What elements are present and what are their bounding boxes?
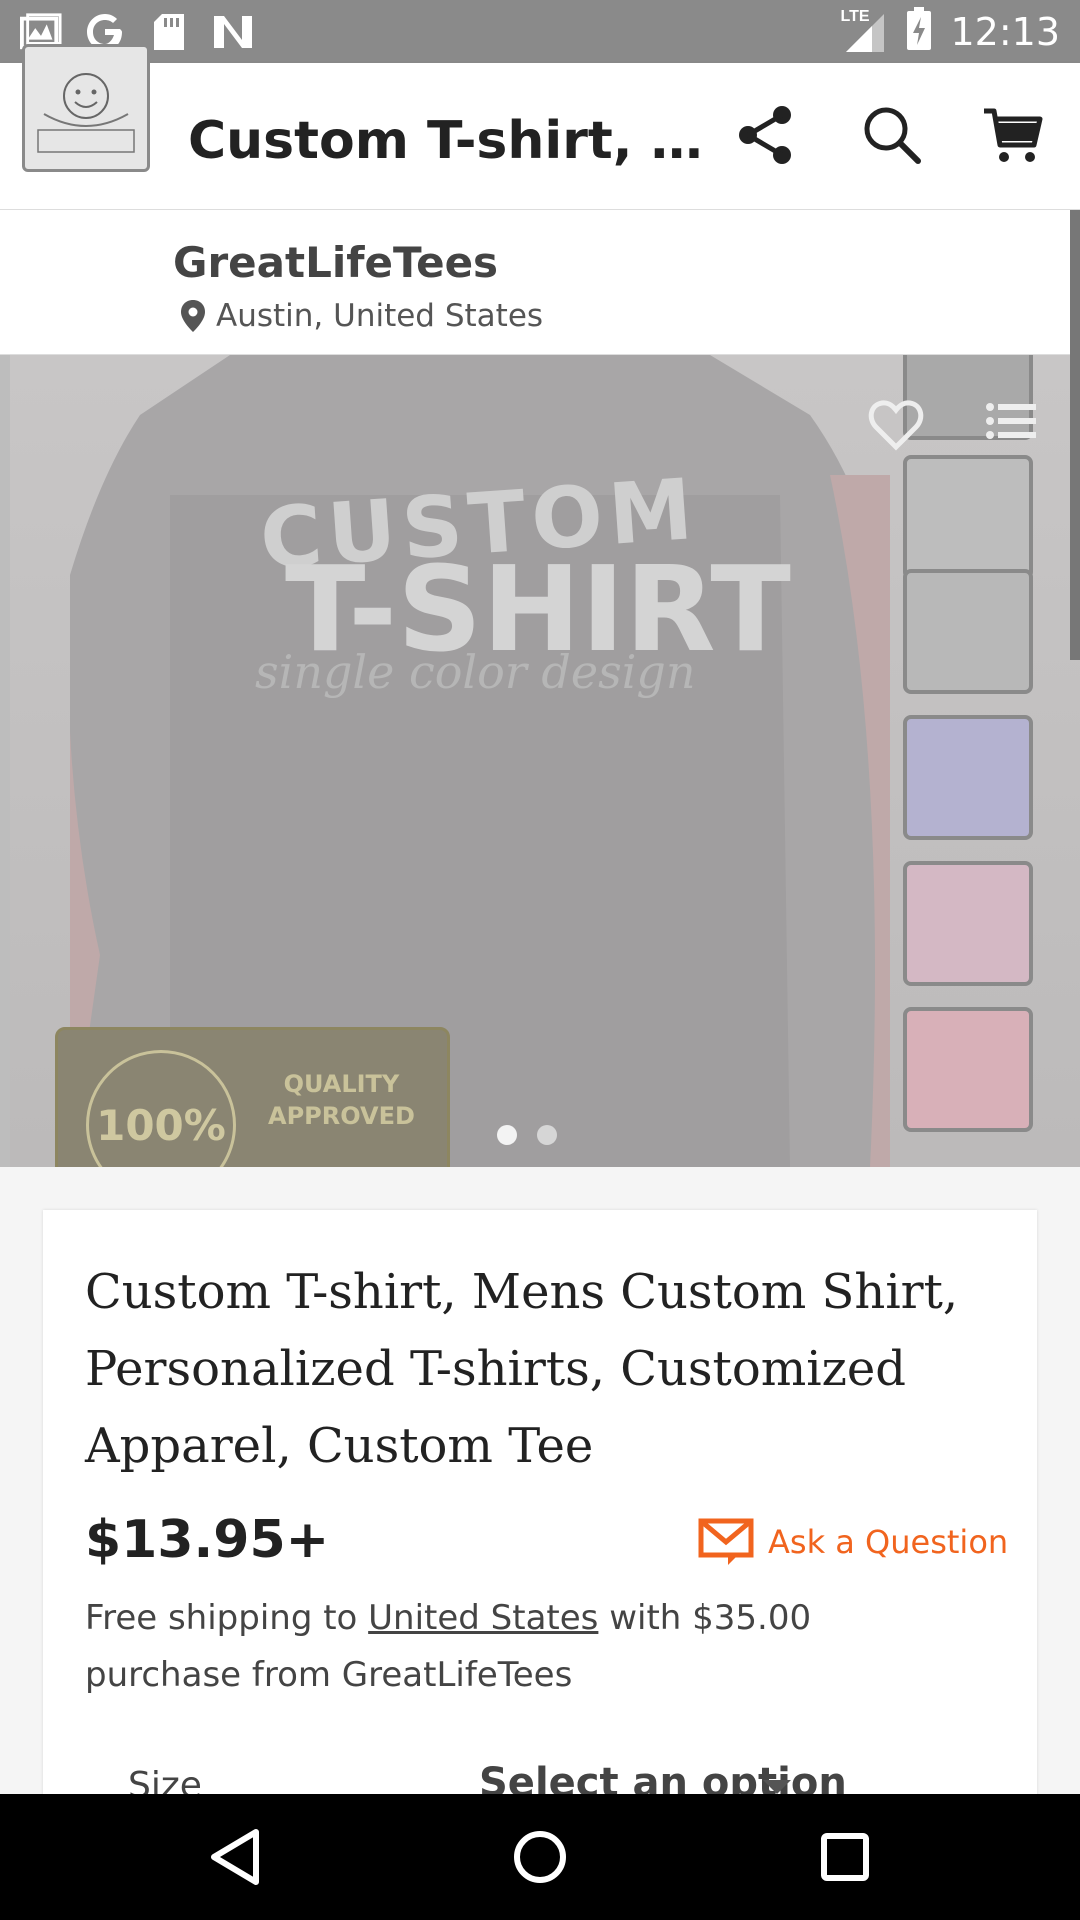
heart-icon [868, 400, 924, 451]
product-title: Custom T-shirt, Mens Custom Shirt, Perso… [85, 1264, 959, 1474]
shop-header[interactable]: GreatLifeTees Austin, United States [0, 210, 1080, 355]
ask-question-button[interactable]: Ask a Question [698, 1518, 1008, 1566]
back-icon [211, 1829, 259, 1885]
share-button[interactable] [734, 103, 798, 167]
cart-icon [984, 108, 1043, 162]
thumbnail-5[interactable] [903, 861, 1033, 986]
badge-line1: QUALITY [283, 1070, 400, 1098]
battery-charging-icon [906, 7, 932, 56]
back-button[interactable] [200, 1822, 270, 1892]
carousel-dot[interactable] [537, 1125, 557, 1145]
status-bar: LTE 12:13 [0, 0, 1080, 63]
home-icon [514, 1831, 566, 1883]
scrollbar[interactable] [1070, 210, 1080, 660]
status-icons-right: LTE 12:13 [838, 7, 1060, 56]
home-button[interactable] [505, 1822, 575, 1892]
n-icon [212, 11, 254, 53]
location-pin-icon [181, 300, 205, 332]
quality-badge-text: QUALITY APPROVED [268, 1068, 415, 1132]
page-title: Custom T-shirt, M... [188, 111, 708, 171]
product-image-carousel[interactable]: CUSTOM T-SHIRT single color design 100% … [0, 355, 1080, 1167]
shop-location: Austin, United States [180, 298, 543, 334]
badge-line2: APPROVED [268, 1102, 415, 1130]
ask-question-label: Ask a Question [768, 1523, 1009, 1561]
network-type: LTE [840, 7, 870, 25]
shipping-country-link[interactable]: United States [368, 1598, 598, 1638]
product-details-card: Custom T-shirt, Mens Custom Shirt, Perso… [43, 1210, 1037, 1830]
mail-icon [698, 1518, 754, 1565]
status-time: 12:13 [950, 9, 1060, 54]
app-bar: Custom T-shirt, M... [0, 63, 1080, 210]
signal-icon: LTE [838, 7, 888, 54]
quality-seal: 100% [86, 1050, 236, 1167]
add-to-list-button[interactable] [984, 397, 1040, 453]
carousel-indicator [497, 1125, 557, 1145]
shipping-info: Free shipping to United States with $35.… [85, 1590, 965, 1704]
shop-logo[interactable] [22, 44, 150, 172]
recents-button[interactable] [810, 1822, 880, 1892]
thumbnail-6[interactable] [903, 1007, 1033, 1132]
quality-badge: 100% QUALITY APPROVED [55, 1027, 450, 1167]
thumbnail-2[interactable] [903, 455, 1033, 580]
share-icon [739, 106, 791, 164]
cart-button[interactable] [982, 103, 1046, 167]
thumbnail-3[interactable] [903, 569, 1033, 694]
recents-icon [821, 1833, 869, 1881]
search-button[interactable] [860, 103, 924, 167]
carousel-dot-active[interactable] [497, 1125, 517, 1145]
shipping-prefix: Free shipping to [85, 1598, 369, 1638]
system-navigation-bar [0, 1794, 1080, 1920]
thumbnail-4[interactable] [903, 715, 1033, 840]
shirt-print-line3: single color design [255, 645, 696, 699]
shop-location-text: Austin, United States [216, 298, 544, 334]
list-icon [986, 403, 1036, 439]
product-price: $13.95+ [85, 1510, 330, 1570]
search-icon [864, 107, 921, 164]
shop-name[interactable]: GreatLifeTees [173, 238, 498, 287]
favorite-button[interactable] [868, 397, 924, 453]
dropdown-arrow-icon[interactable] [763, 1780, 791, 1794]
sd-card-icon [148, 11, 190, 53]
